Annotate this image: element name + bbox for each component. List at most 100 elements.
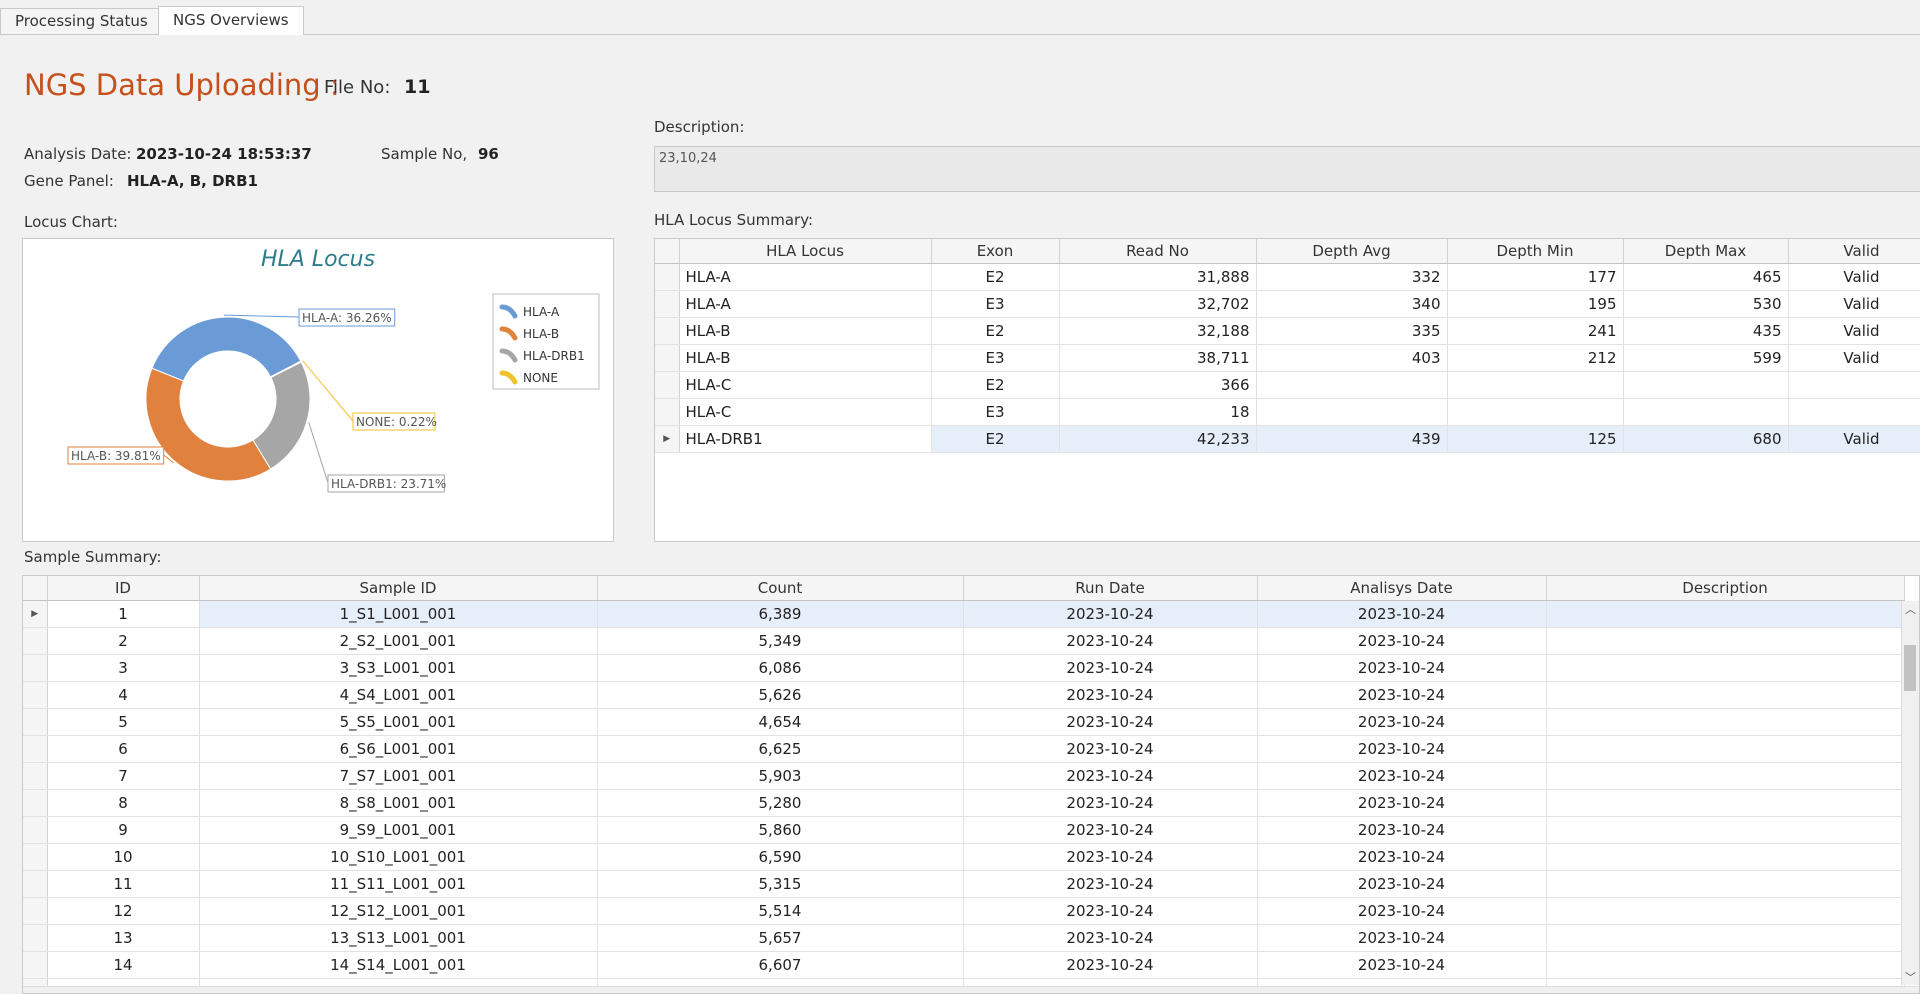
table-cell[interactable] — [1623, 371, 1789, 399]
tab-processing-status[interactable]: Processing Status — [0, 8, 163, 34]
table-row[interactable]: 8 8_S8_L001_001 5,280 2023-10-24 2023-10-24 — [23, 789, 1905, 817]
table-cell[interactable]: 125 — [1447, 425, 1624, 453]
scroll-up-icon[interactable]: ︿ — [1902, 601, 1919, 617]
table-row[interactable]: 12 12_S12_L001_001 5,514 2023-10-24 2023-10-… — [23, 897, 1905, 925]
table-cell[interactable]: 9_S9_L001_001 — [199, 816, 598, 844]
table-cell[interactable]: 6,389 — [597, 600, 964, 628]
table-cell[interactable]: 340 — [1256, 290, 1448, 318]
table-cell[interactable]: 32,188 — [1059, 317, 1257, 345]
table-row[interactable]: HLA-B E2 32,188 335 241 435 Valid — [655, 317, 1920, 345]
table-cell[interactable]: 2023-10-24 — [1257, 843, 1547, 871]
table-cell[interactable]: 5,349 — [597, 627, 964, 655]
table-cell[interactable]: 5,657 — [597, 924, 964, 952]
table-cell[interactable]: 2023-10-24 — [1257, 951, 1547, 979]
row-indicator[interactable] — [23, 627, 48, 655]
table-cell[interactable]: 7_S7_L001_001 — [199, 762, 598, 790]
tab-ngs-overviews[interactable]: NGS Overviews — [158, 6, 304, 35]
vertical-scrollbar[interactable]: ︿ ﹀ — [1901, 601, 1919, 985]
row-indicator[interactable] — [23, 816, 48, 844]
table-cell[interactable]: Valid — [1788, 344, 1920, 372]
table-cell[interactable]: 195 — [1447, 290, 1624, 318]
table-cell[interactable] — [1546, 870, 1905, 898]
table-cell[interactable]: 42,233 — [1059, 425, 1257, 453]
table-cell[interactable] — [1546, 897, 1905, 925]
table-cell[interactable]: 9 — [47, 816, 200, 844]
table-row[interactable]: 2 2_S2_L001_001 5,349 2023-10-24 2023-10-24 — [23, 627, 1905, 655]
table-row[interactable]: 9 9_S9_L001_001 5,860 2023-10-24 2023-10-24 — [23, 816, 1905, 844]
table-cell[interactable]: 680 — [1623, 425, 1789, 453]
col-header-description[interactable]: Description — [1546, 576, 1905, 601]
table-cell[interactable]: 6,607 — [597, 951, 964, 979]
table-row[interactable]: HLA-C E3 18 — [655, 398, 1920, 426]
table-cell[interactable]: 435 — [1623, 317, 1789, 345]
table-cell[interactable]: 2023-10-24 — [963, 654, 1258, 682]
row-indicator[interactable] — [23, 654, 48, 682]
row-pointer-icon[interactable]: ▶ — [655, 425, 680, 453]
table-cell[interactable] — [1546, 600, 1905, 628]
table-cell[interactable]: 2023-10-24 — [1257, 681, 1547, 709]
table-cell[interactable] — [1256, 371, 1448, 399]
table-cell[interactable] — [1546, 681, 1905, 709]
table-cell[interactable]: E2 — [931, 263, 1060, 291]
row-indicator[interactable] — [655, 344, 680, 372]
table-row[interactable]: 7 7_S7_L001_001 5,903 2023-10-24 2023-10-24 — [23, 762, 1905, 790]
table-cell[interactable]: 2023-10-24 — [963, 789, 1258, 817]
col-header-run-date[interactable]: Run Date — [963, 576, 1258, 601]
table-cell[interactable]: 12 — [47, 897, 200, 925]
table-cell[interactable]: 3_S3_L001_001 — [199, 654, 598, 682]
table-row[interactable]: HLA-A E2 31,888 332 177 465 Valid — [655, 263, 1920, 291]
table-cell[interactable]: 439 — [1256, 425, 1448, 453]
table-cell[interactable]: 2 — [47, 627, 200, 655]
table-cell[interactable] — [1546, 924, 1905, 952]
table-row[interactable]: HLA-B E3 38,711 403 212 599 Valid — [655, 344, 1920, 372]
col-header-count[interactable]: Count — [597, 576, 964, 601]
row-indicator[interactable] — [655, 263, 680, 291]
table-cell[interactable]: HLA-DRB1 — [679, 425, 932, 453]
table-cell[interactable]: 2023-10-24 — [1257, 654, 1547, 682]
table-cell[interactable]: 2023-10-24 — [963, 843, 1258, 871]
table-cell[interactable]: 6_S6_L001_001 — [199, 735, 598, 763]
row-indicator[interactable] — [23, 843, 48, 871]
col-header-depth-max[interactable]: Depth Max — [1623, 239, 1789, 264]
table-cell[interactable] — [1546, 762, 1905, 790]
table-cell[interactable]: 2023-10-24 — [963, 924, 1258, 952]
col-header-hla-locus[interactable]: HLA Locus — [679, 239, 932, 264]
table-cell[interactable]: E3 — [931, 344, 1060, 372]
table-cell[interactable]: 4_S4_L001_001 — [199, 681, 598, 709]
col-header-id[interactable]: ID — [47, 576, 200, 601]
table-cell[interactable]: 6 — [47, 735, 200, 763]
table-row[interactable]: 11 11_S11_L001_001 5,315 2023-10-24 2023-10-… — [23, 870, 1905, 898]
table-cell[interactable]: 241 — [1447, 317, 1624, 345]
table-cell[interactable]: 10 — [47, 843, 200, 871]
table-cell[interactable]: 332 — [1256, 263, 1448, 291]
table-row[interactable]: 6 6_S6_L001_001 6,625 2023-10-24 2023-10-24 — [23, 735, 1905, 763]
col-header-valid[interactable]: Valid — [1788, 239, 1920, 264]
table-cell[interactable]: 5,903 — [597, 762, 964, 790]
table-cell[interactable]: 6,625 — [597, 735, 964, 763]
table-cell[interactable]: 4,654 — [597, 708, 964, 736]
table-cell[interactable] — [1546, 816, 1905, 844]
table-cell[interactable]: HLA-C — [679, 371, 932, 399]
table-cell[interactable]: 6,086 — [597, 654, 964, 682]
table-cell[interactable] — [1546, 789, 1905, 817]
table-row[interactable]: 3 3_S3_L001_001 6,086 2023-10-24 2023-10-24 — [23, 654, 1905, 682]
table-cell[interactable]: HLA-B — [679, 344, 932, 372]
table-cell[interactable]: 2023-10-24 — [963, 951, 1258, 979]
table-cell[interactable]: 2023-10-24 — [963, 816, 1258, 844]
table-cell[interactable]: 2023-10-24 — [1257, 627, 1547, 655]
table-cell[interactable]: 5_S5_L001_001 — [199, 708, 598, 736]
table-cell[interactable]: 13_S13_L001_001 — [199, 924, 598, 952]
table-cell[interactable]: 2023-10-24 — [963, 681, 1258, 709]
table-cell[interactable]: E3 — [931, 290, 1060, 318]
table-cell[interactable]: 2023-10-24 — [963, 762, 1258, 790]
table-cell[interactable]: HLA-B — [679, 317, 932, 345]
table-cell[interactable]: 11 — [47, 870, 200, 898]
table-cell[interactable]: 4 — [47, 681, 200, 709]
table-cell[interactable]: 1 — [47, 600, 200, 628]
row-indicator[interactable] — [23, 708, 48, 736]
table-cell[interactable]: 5,860 — [597, 816, 964, 844]
table-cell[interactable]: E2 — [931, 317, 1060, 345]
table-cell[interactable]: HLA-A — [679, 290, 932, 318]
table-cell[interactable]: 2_S2_L001_001 — [199, 627, 598, 655]
table-cell[interactable]: 38,711 — [1059, 344, 1257, 372]
